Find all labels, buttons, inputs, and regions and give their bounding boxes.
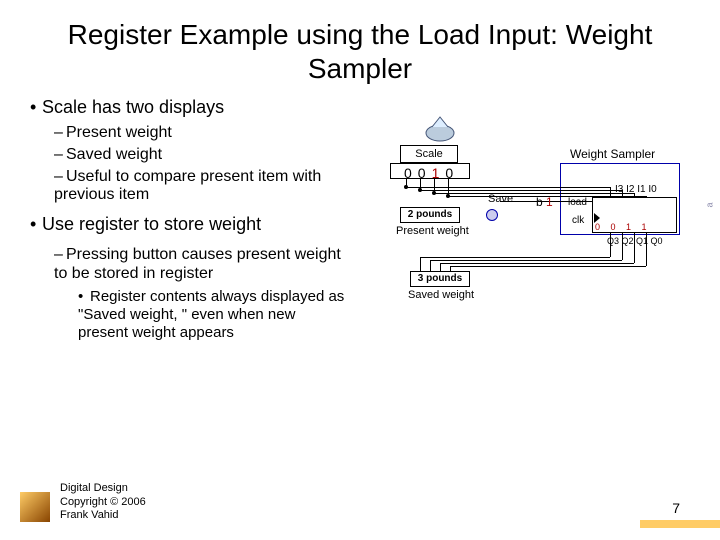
- scale-label-box: Scale: [400, 145, 458, 163]
- wire: [420, 190, 622, 191]
- saved-weight-label: Saved weight: [408, 289, 474, 301]
- bullet-l1: •Scale has two displays: [30, 97, 347, 118]
- footer: Digital Design Copyright © 2006 Frank Va…: [60, 482, 146, 522]
- save-button-icon: [486, 209, 498, 221]
- logo-icon: [20, 492, 50, 522]
- b-label: b: [536, 195, 543, 209]
- wire: [440, 263, 634, 264]
- wire-dot: [404, 185, 408, 189]
- wire-dot: [446, 194, 450, 198]
- bullet-column: •Scale has two displays –Present weight …: [30, 97, 347, 345]
- wire: [420, 257, 421, 271]
- wire: [610, 187, 611, 197]
- wire: [634, 233, 635, 263]
- footer-bar: [640, 520, 720, 528]
- footer-line: Digital Design: [60, 482, 146, 495]
- bullet-text: Saved weight: [66, 146, 162, 163]
- bullet-text: Useful to compare present item with prev…: [54, 168, 321, 203]
- b-value: 1: [546, 195, 553, 209]
- bullet-l3: •Register contents always displayed as "…: [78, 288, 347, 342]
- wire: [434, 193, 634, 194]
- clock-triangle-icon: [594, 213, 600, 223]
- wire: [622, 233, 623, 260]
- present-weight-label: Present weight: [396, 225, 469, 237]
- wire: [430, 260, 431, 271]
- bullet-text: Present weight: [66, 124, 172, 141]
- load-label: load: [568, 197, 587, 208]
- saved-weight-box: 3 pounds: [410, 271, 470, 287]
- wire: [440, 263, 441, 271]
- diagram: Scale Weight Sampler 0010 Save b 1 I3 I2…: [360, 115, 700, 415]
- slide: Register Example using the Load Input: W…: [0, 0, 720, 540]
- bullet-l2: –Useful to compare present item with pre…: [54, 168, 347, 204]
- save-label: Save: [488, 193, 513, 205]
- bullet-text: Pressing button causes present weight to…: [54, 246, 341, 282]
- a-annotation: a: [704, 202, 714, 207]
- clk-label: clk: [572, 215, 584, 226]
- footer-line: Frank Vahid: [60, 509, 146, 522]
- wire: [450, 266, 646, 267]
- register-box: I3 I2 I1 I0 0 0 1 1 Q3 Q2 Q1 Q0: [592, 197, 677, 233]
- wire: [420, 257, 610, 258]
- footer-line: Copyright © 2006: [60, 496, 146, 509]
- register-inputs: I3 I2 I1 I0: [615, 184, 657, 195]
- slide-title: Register Example using the Load Input: W…: [30, 18, 690, 85]
- bullet-text: Register contents always displayed as "S…: [78, 288, 344, 341]
- register-output-values: 0 0 1 1: [595, 222, 651, 232]
- wire: [646, 233, 647, 266]
- wire: [406, 187, 610, 188]
- bullet-l2: –Present weight: [54, 124, 347, 142]
- bullet-text: Scale has two displays: [42, 97, 224, 117]
- present-weight-box: 2 pounds: [400, 207, 460, 223]
- bits-row: 0010: [404, 165, 459, 181]
- wire: [610, 233, 611, 257]
- bullet-text: Use register to store weight: [42, 214, 261, 234]
- wire-dot: [432, 191, 436, 195]
- wire-dot: [418, 188, 422, 192]
- page-number: 7: [672, 500, 680, 516]
- wire: [430, 260, 622, 261]
- bullet-l1: •Use register to store weight: [30, 214, 347, 235]
- sampler-label: Weight Sampler: [570, 147, 655, 161]
- bullet-l2: –Saved weight: [54, 146, 347, 164]
- bullet-l2: –Pressing button causes present weight t…: [54, 245, 347, 283]
- scale-art-icon: [420, 115, 460, 143]
